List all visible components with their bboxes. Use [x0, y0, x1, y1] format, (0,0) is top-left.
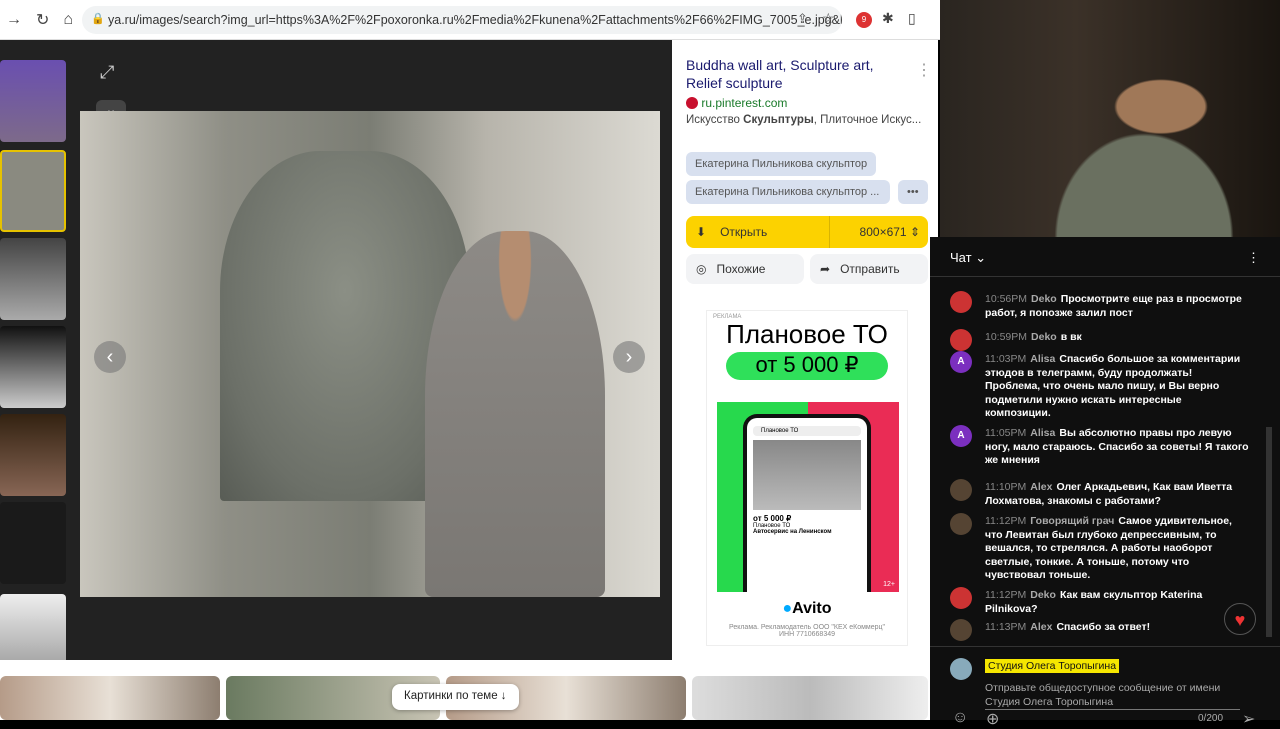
thumbnail[interactable] — [0, 60, 66, 142]
chat-message: 11:12PM Говорящий грач Самое удивительное,… — [950, 513, 1250, 583]
send-icon[interactable]: ➢ — [1242, 709, 1255, 729]
related-thumbnail[interactable] — [0, 676, 220, 720]
browser-toolbar: → ↻ ⌂ 🔒 ya.ru/images/search?img_url=https… — [0, 0, 940, 40]
size-select[interactable]: 800×671 ⇕ — [828, 216, 928, 248]
tag[interactable]: Екатерина Пильникова скульптор ... — [686, 180, 890, 204]
person — [425, 231, 605, 597]
more-tags-button[interactable]: ••• — [898, 180, 928, 204]
chat-message: 10:56PM Deko Просмотрите еще раз в просмот… — [950, 291, 1250, 320]
similar-button[interactable]: ◎ Похожие — [686, 254, 804, 284]
star-icon[interactable]: ☆ — [822, 10, 835, 27]
pinterest-icon — [686, 97, 698, 109]
extension-icon[interactable]: 9 — [856, 12, 872, 28]
heart-reaction-button[interactable]: ♥ — [1224, 603, 1256, 635]
avatar: A — [950, 351, 972, 373]
source-link[interactable]: ru.pinterest.com — [701, 96, 787, 110]
chat-message: 11:10PM Alex Олег Аркадьевич, Как вам Ивет… — [950, 479, 1250, 508]
avatar: A — [950, 425, 972, 447]
avatar — [950, 329, 972, 351]
open-button[interactable]: ⬇ Открыть 800×671 ⇕ — [686, 216, 928, 248]
advertisement[interactable]: РЕКЛАМА Плановое ТО от 5 000 ₽ Плановое … — [706, 310, 908, 646]
scrollbar[interactable] — [1266, 427, 1272, 637]
share-icon[interactable]: ⇪ — [797, 11, 808, 27]
webcam-feed — [940, 0, 1280, 237]
address-bar[interactable]: 🔒 ya.ru/images/search?img_url=https%3A%2F… — [82, 6, 842, 34]
expand-icon[interactable]: ⤢ — [100, 62, 114, 83]
chat-input[interactable]: Отправьте общедоступное сообщение от име… — [985, 681, 1240, 710]
chat-message: 10:59PM Deko в вк — [950, 329, 1250, 351]
chevron-down-icon[interactable]: ⌄ — [975, 250, 986, 265]
sidepanel-icon[interactable]: ▯ — [908, 10, 916, 27]
thumbnail-selected[interactable] — [0, 150, 66, 232]
info-panel: Buddha wall art, Sculpture art, Relief s… — [672, 40, 938, 660]
related-images-strip: Картинки по теме ↓ — [0, 660, 930, 720]
add-icon[interactable]: ⊕ — [986, 709, 999, 729]
avatar — [950, 513, 972, 535]
thumbnail[interactable] — [0, 326, 66, 408]
next-image-button[interactable]: › — [613, 341, 645, 373]
lock-icon: 🔒 — [91, 13, 105, 25]
chat-message: A 11:05PM Alisa Вы абсолютно правы про леву… — [950, 425, 1250, 468]
avatar — [950, 291, 972, 313]
share-arrow-icon: ➦ — [820, 262, 831, 276]
avatar — [950, 479, 972, 501]
related-thumbnail[interactable] — [692, 676, 928, 720]
thumbnail[interactable] — [0, 502, 66, 584]
chat-message: 11:13PM Alex Спасибо за ответ! — [950, 619, 1250, 641]
chat-message: A 11:03PM Alisa Спасибо большое за коммента… — [950, 351, 1250, 421]
avatar — [950, 619, 972, 641]
download-icon: ⬇ — [696, 225, 707, 239]
share-button[interactable]: ➦ Отправить — [810, 254, 928, 284]
reload-icon[interactable]: ↻ — [36, 10, 49, 30]
live-chat: Чат ⌄ ⋮ 10:56PM Deko Просмотрите еще раз в … — [930, 237, 1280, 728]
related-images-button[interactable]: Картинки по теме ↓ — [392, 684, 519, 710]
more-icon[interactable]: ⋮ — [916, 60, 932, 80]
forward-icon[interactable]: → — [6, 11, 22, 29]
char-counter: 0/200 — [1198, 713, 1224, 724]
chat-title[interactable]: Чат — [950, 250, 972, 265]
avatar — [950, 658, 972, 680]
main-image — [80, 111, 660, 597]
avatar — [950, 587, 972, 609]
image-title[interactable]: Buddha wall art, Sculpture art, Relief s… — [686, 56, 906, 92]
ad-photo — [753, 440, 861, 510]
thumbnail[interactable] — [0, 414, 66, 496]
puzzle-icon[interactable]: ✱ — [882, 10, 894, 27]
emoji-icon[interactable]: ☺ — [952, 709, 968, 727]
more-icon[interactable]: ⋮ — [1247, 250, 1260, 266]
lens-icon: ◎ — [696, 262, 707, 276]
prev-image-button[interactable]: ‹ — [94, 341, 126, 373]
url-text: ya.ru/images/search?img_url=https%3A%2F%… — [108, 13, 842, 27]
thumbnail[interactable] — [0, 238, 66, 320]
home-icon[interactable]: ⌂ — [63, 11, 73, 29]
chat-message: 11:12PM Deko Как вам скульптор Katerina Pi… — [950, 587, 1250, 616]
tag[interactable]: Екатерина Пильникова скульптор — [686, 152, 877, 176]
channel-name: Студия Олега Торопыгина — [985, 659, 1120, 673]
